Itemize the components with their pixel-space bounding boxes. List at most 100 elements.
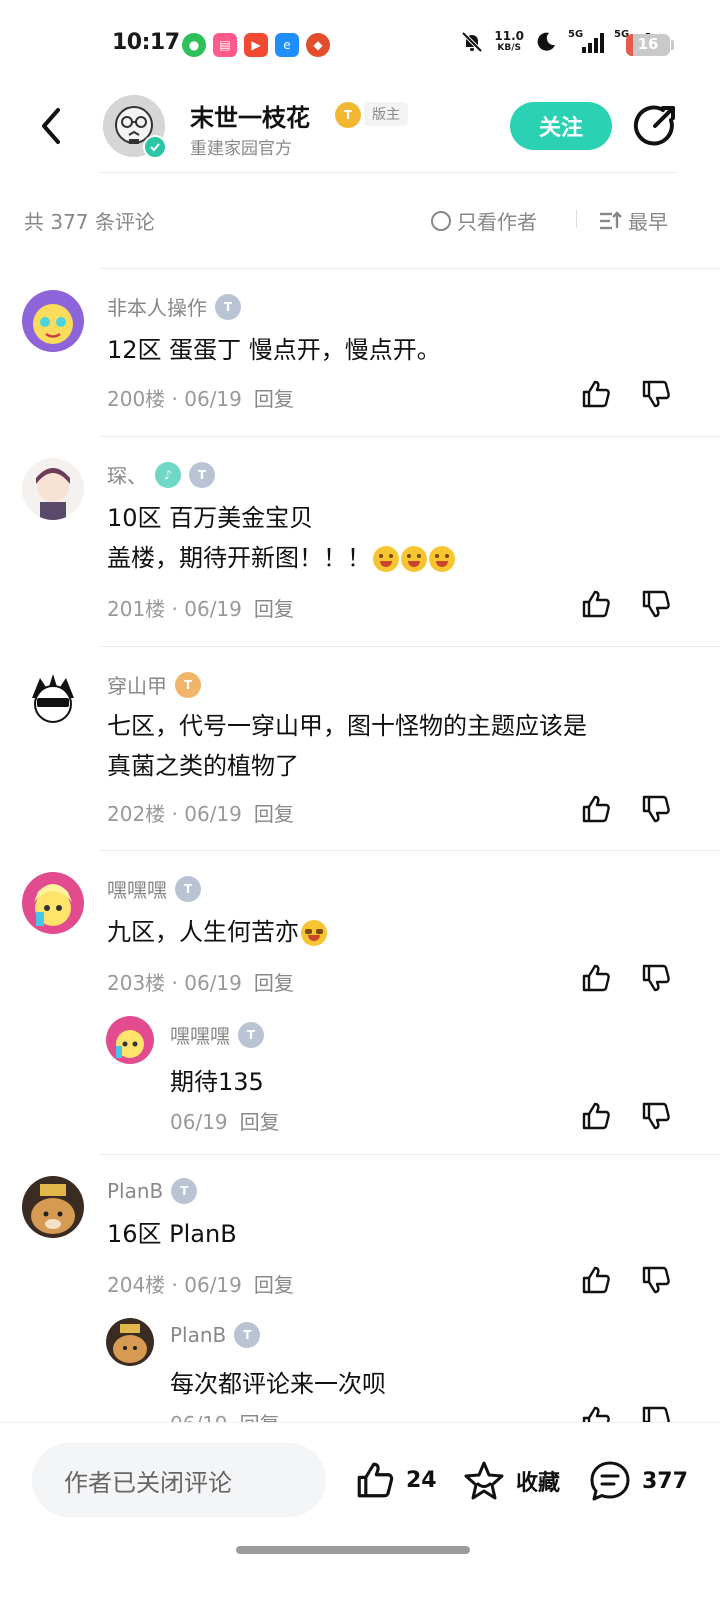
- commenter-avatar[interactable]: [22, 1176, 84, 1238]
- level-letter: T: [243, 1328, 252, 1342]
- level-number: 2: [256, 1342, 263, 1351]
- user-level-badge: T3: [189, 461, 217, 491]
- video-app-icon: ▶: [244, 33, 268, 57]
- comment-line: 12区 蛋蛋丁 慢点开，慢点开。: [107, 336, 441, 364]
- network-speed-value: 11.0: [494, 29, 524, 43]
- commenter-avatar[interactable]: [22, 458, 84, 520]
- reply-button[interactable]: 回复: [240, 1412, 280, 1422]
- avatar-image: [106, 1016, 154, 1064]
- bottom-action-bar: 作者已关闭评论 24 收藏 377: [0, 1422, 720, 1601]
- like-button[interactable]: [580, 1100, 612, 1132]
- commenter-name[interactable]: PlanB: [107, 1179, 163, 1203]
- commenter-row: PlanB T2: [107, 1178, 200, 1207]
- favorite-button[interactable]: 收藏: [462, 1459, 560, 1503]
- reply-date: 06/19: [170, 1110, 228, 1134]
- reply-avatar[interactable]: [106, 1318, 154, 1366]
- battery-level: 16: [637, 35, 659, 53]
- like-button[interactable]: [580, 588, 612, 620]
- thumbs-up-icon: [582, 1266, 610, 1294]
- like-button[interactable]: [580, 793, 612, 825]
- user-level-badge: T2: [171, 1178, 200, 1207]
- dislike-button[interactable]: [640, 793, 672, 825]
- only-author-toggle[interactable]: 只看作者: [431, 206, 537, 235]
- post-like-button[interactable]: 24: [354, 1459, 437, 1501]
- comment-line: 16区 PlanB: [107, 1220, 237, 1248]
- comment-meta: 203楼 · 06/19 回复: [107, 967, 294, 996]
- reply-button[interactable]: 回复: [254, 597, 294, 621]
- commenter-name[interactable]: 嘿嘿嘿: [107, 874, 167, 903]
- header-divider: [98, 172, 678, 173]
- thumbs-up-icon: [357, 1462, 394, 1498]
- dislike-button[interactable]: [640, 1264, 672, 1296]
- share-button[interactable]: [633, 104, 677, 148]
- level-number: 2: [193, 1198, 200, 1207]
- battery-tip: [671, 40, 674, 50]
- reply-meta: 06/19 回复: [170, 1408, 280, 1422]
- thumbs-up-icon: [582, 795, 610, 823]
- commenter-avatar[interactable]: [22, 872, 84, 934]
- like-button[interactable]: [580, 1404, 612, 1422]
- heart-eyes-emoji-icon: [429, 546, 455, 572]
- battery-icon: 16: [626, 34, 670, 56]
- thumbs-down-icon: [642, 1406, 670, 1422]
- reply-author-name[interactable]: 嘿嘿嘿: [170, 1020, 230, 1049]
- commenter-name[interactable]: 非本人操作: [107, 292, 207, 321]
- reply-author-name[interactable]: PlanB: [170, 1323, 226, 1347]
- comment-line: 真菌之类的植物了: [107, 752, 299, 780]
- notification-icons: ● ▤ ▶ e ◆: [182, 33, 330, 57]
- avatar-image: [22, 290, 84, 352]
- comment-line: 盖楼，期待开新图！！！: [107, 544, 371, 572]
- user-level-badge: T2: [234, 1322, 263, 1351]
- commenter-name[interactable]: 穿山甲: [107, 670, 167, 699]
- comment-floor-date: 202楼 · 06/19: [107, 802, 242, 826]
- chevron-left-icon: [42, 108, 60, 144]
- follow-button[interactable]: 关注: [510, 102, 612, 150]
- dislike-button[interactable]: [640, 1100, 672, 1132]
- reply-button[interactable]: 回复: [254, 1273, 294, 1297]
- author-name[interactable]: 末世一枝花: [190, 98, 310, 133]
- game-app-icon: ◆: [306, 33, 330, 57]
- author-subtitle: 重建家园官方: [190, 139, 292, 159]
- like-button[interactable]: [580, 378, 612, 410]
- user-level-badge: T2: [215, 293, 243, 323]
- commenter-row: 穿山甲 T5: [107, 670, 203, 701]
- home-indicator[interactable]: [236, 1546, 470, 1554]
- author-level-number: 1: [357, 122, 363, 131]
- reply-button[interactable]: 回复: [254, 802, 294, 826]
- post-like-count: 24: [406, 1467, 437, 1493]
- reply-button[interactable]: 回复: [254, 387, 294, 411]
- commenter-avatar[interactable]: [22, 290, 84, 352]
- system-icons: 11.0 KB/S 5G 5G: [460, 29, 650, 54]
- like-button[interactable]: [580, 962, 612, 994]
- back-button[interactable]: [30, 104, 74, 148]
- avatar-image: [22, 1176, 84, 1238]
- reply-date: 06/19: [170, 1412, 228, 1422]
- status-time: 10:17: [112, 30, 180, 55]
- dislike-button[interactable]: [640, 962, 672, 994]
- thumbs-down-icon: [642, 1266, 670, 1294]
- reply-text: 期待135: [170, 1068, 264, 1096]
- comment-item: 非本人操作 T2 12区 蛋蛋丁 慢点开，慢点开。 200楼 · 06/19 回复: [0, 268, 720, 436]
- thumbs-up-icon: [582, 1406, 610, 1422]
- reply-avatar[interactable]: [106, 1016, 154, 1064]
- sort-button[interactable]: 最早: [598, 206, 668, 235]
- star-icon: [464, 1461, 504, 1500]
- dislike-button[interactable]: [640, 378, 672, 410]
- sort-icon: [600, 210, 622, 229]
- comment-toolbar: 共 377 条评论 只看作者 最早: [0, 190, 720, 250]
- comments-button[interactable]: 377: [588, 1459, 688, 1503]
- avatar-image: [22, 458, 84, 520]
- commenter-name[interactable]: 琛、: [107, 460, 147, 489]
- reply-button[interactable]: 回复: [240, 1110, 280, 1134]
- level-letter: T: [197, 467, 207, 482]
- like-button[interactable]: [580, 1264, 612, 1296]
- comment-meta: 200楼 · 06/19 回复: [107, 383, 294, 412]
- avatar-image: [106, 1318, 154, 1366]
- voice-badge-icon: ♪: [155, 461, 181, 488]
- reply-button[interactable]: 回复: [254, 971, 294, 995]
- signal-1-label: 5G: [568, 29, 584, 40]
- dislike-button[interactable]: [640, 1404, 672, 1422]
- dislike-button[interactable]: [640, 588, 672, 620]
- commenter-avatar[interactable]: [22, 668, 84, 730]
- comment-floor-date: 201楼 · 06/19: [107, 597, 242, 621]
